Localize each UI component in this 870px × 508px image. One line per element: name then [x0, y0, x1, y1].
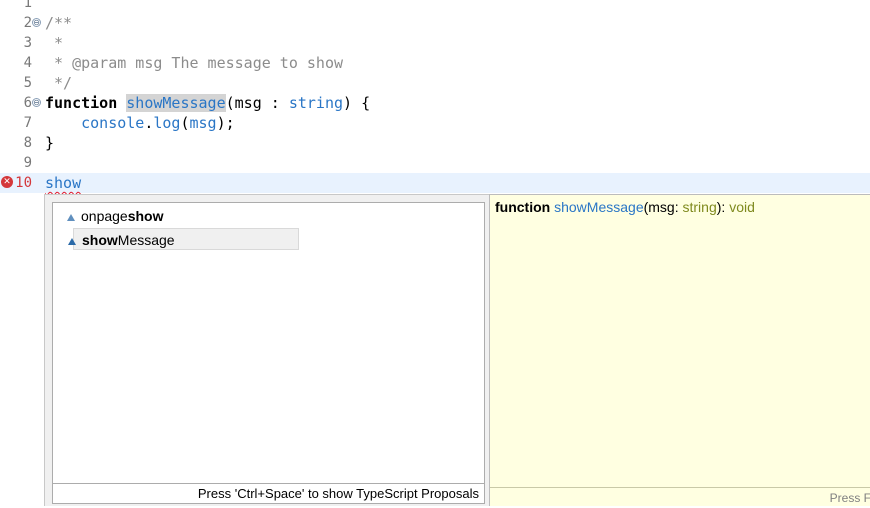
line-number: 10	[15, 175, 32, 191]
code-line[interactable]: 5 */	[0, 73, 870, 93]
completion-status-bar: Press 'Ctrl+Space' to show TypeScript Pr…	[52, 484, 485, 504]
completion-item-showmessage[interactable]: showMessage	[68, 228, 299, 250]
current-code-line[interactable]: ✕ 10 show	[0, 173, 870, 193]
signature-name: showMessage	[554, 199, 644, 215]
completion-list[interactable]: onpageshow showMessage	[52, 202, 485, 484]
doc-comment-line: *	[45, 34, 64, 52]
signature-param-type: string	[682, 199, 717, 215]
params-close: ) {	[343, 94, 371, 112]
completion-item-suffix: Message	[117, 232, 175, 248]
code-editor[interactable]: 1 2 ⊖ /** 3 * 4 * @param msg The message…	[0, 0, 870, 506]
triangle-outline-icon	[67, 214, 75, 221]
paren-open: (	[180, 114, 190, 132]
code-line[interactable]: 3 *	[0, 33, 870, 53]
line-number: 4	[23, 55, 32, 71]
fold-collapse-icon[interactable]: ⊖	[32, 98, 41, 107]
typed-identifier-error[interactable]: show	[45, 173, 81, 193]
completion-item-prefix: onpage	[81, 208, 128, 224]
doc-comment-param: * @param msg The message to show	[45, 54, 344, 72]
signature-return-type: void	[729, 199, 755, 215]
keyword-function: function	[45, 94, 118, 112]
params-open: (msg :	[225, 94, 289, 112]
closing-brace: }	[45, 134, 55, 152]
function-name-occurrence: showMessage	[126, 94, 226, 112]
line-number: 7	[23, 115, 32, 131]
completion-item-onpageshow[interactable]: onpageshow	[67, 205, 297, 227]
doc-comment-close: */	[45, 74, 73, 92]
fold-collapse-icon[interactable]: ⊖	[32, 18, 41, 27]
signature-params-close: ):	[716, 199, 730, 215]
signature-keyword: function	[495, 199, 551, 215]
function-signature: function showMessage(msg: string): void	[495, 197, 755, 217]
line-number: 8	[23, 135, 32, 151]
line-number: 5	[23, 75, 32, 91]
completion-item-match: show	[82, 232, 118, 248]
line-number: 6	[23, 95, 32, 111]
log-method: log	[153, 114, 181, 132]
code-line[interactable]: 7 console.log(msg);	[0, 113, 870, 133]
completion-item-match: show	[127, 208, 164, 224]
code-line[interactable]: 9	[0, 153, 870, 173]
triangle-filled-icon	[68, 238, 76, 245]
function-declaration: function showMessage(msg : string) {	[45, 93, 370, 113]
console-object: console	[81, 114, 145, 132]
console-log-statement: console.log(msg);	[45, 113, 235, 133]
line-number: 1	[23, 0, 32, 11]
msg-argument: msg	[189, 114, 217, 132]
code-line[interactable]: 6 ⊖ function showMessage(msg : string) {	[0, 93, 870, 113]
line-number: 3	[23, 35, 32, 51]
proposal-info-panel: function showMessage(msg: string): void …	[489, 194, 870, 506]
line-number: 2	[23, 15, 32, 31]
completion-popup: onpageshow showMessage Press 'Ctrl+Space…	[44, 194, 490, 506]
code-line[interactable]: 8 }	[0, 133, 870, 153]
signature-params-open: (msg:	[643, 199, 683, 215]
code-line[interactable]: 1	[0, 0, 870, 13]
paren-close: );	[216, 114, 235, 132]
line-number: 9	[23, 155, 32, 171]
code-line[interactable]: 4 * @param msg The message to show	[0, 53, 870, 73]
doc-comment-open: /**	[45, 14, 73, 32]
info-panel-footer: Press F	[490, 487, 870, 507]
code-line[interactable]: 2 ⊖ /**	[0, 13, 870, 33]
param-type: string	[288, 94, 344, 112]
